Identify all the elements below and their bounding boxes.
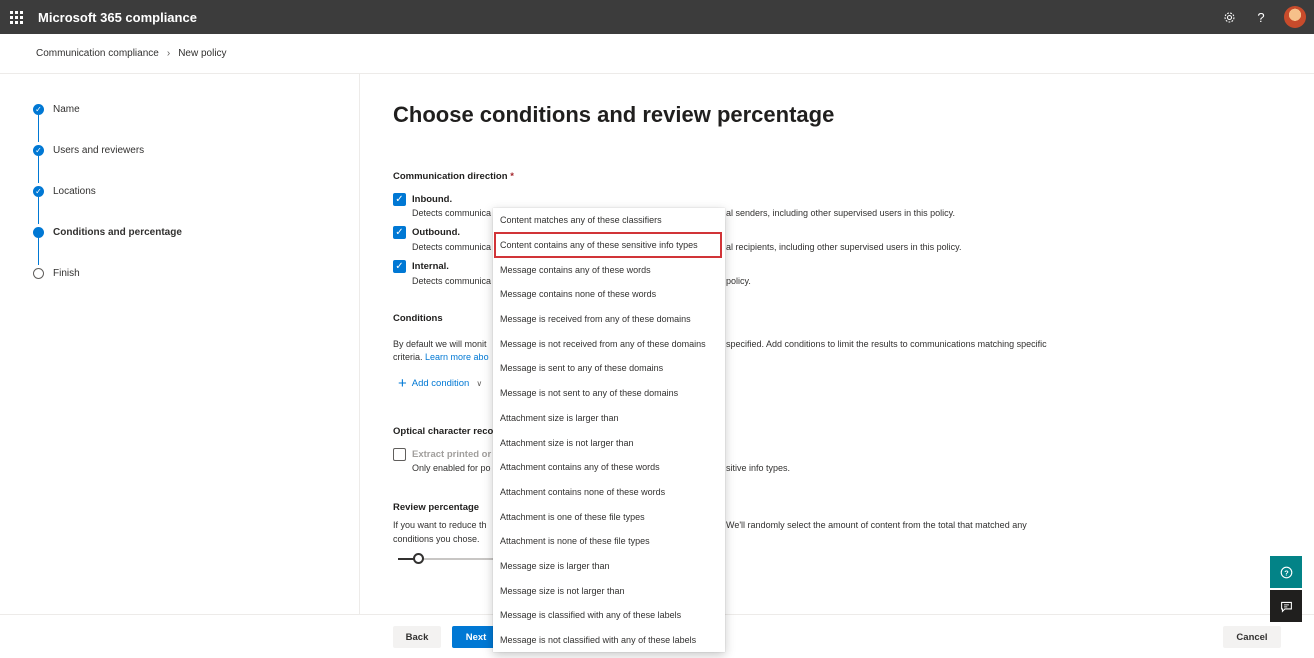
check-icon: ✓ [33,104,44,115]
app-title[interactable]: Microsoft 365 compliance [38,10,197,25]
learn-more-link[interactable]: Learn more abo [425,352,489,362]
svg-text:?: ? [1284,568,1289,577]
review-desc-line2: conditions you chose. [393,534,480,544]
chevron-down-icon: ∨ [476,379,483,388]
wizard-step-label: Finish [53,268,80,279]
ocr-desc-right: sitive info types. [726,463,791,473]
inbound-title: Inbound. [412,194,453,205]
wizard-step-name[interactable]: ✓ Name [33,104,80,115]
menu-item[interactable]: Message contains any of these words [493,257,725,282]
review-desc-right: We'll randomly select the amount of cont… [726,520,1027,530]
menu-item[interactable]: Message size is not larger than [493,578,725,603]
breadcrumb-item-communication-compliance[interactable]: Communication compliance [36,48,159,59]
breadcrumb-item-new-policy: New policy [178,48,227,59]
conditions-label: Conditions [393,313,443,324]
menu-item[interactable]: Attachment size is not larger than [493,430,725,455]
wizard-step-users-and-reviewers[interactable]: ✓ Users and reviewers [33,145,144,156]
wizard-step-label: Name [53,104,80,115]
step-connector [38,238,39,265]
menu-item[interactable]: Message size is larger than [493,554,725,579]
menu-item[interactable]: Message contains none of these words [493,282,725,307]
add-condition-button[interactable]: + Add condition ∨ [398,374,483,392]
outbound-desc-left: Detects communica [412,242,492,252]
menu-item[interactable]: Message is not sent to any of these doma… [493,381,725,406]
ocr-checkbox[interactable] [393,448,406,461]
internal-checkbox[interactable]: ✓ [393,260,406,273]
internal-desc-right: policy. [726,276,751,286]
conditions-desc-line2: criteria. Learn more abo [393,351,489,364]
menu-item[interactable]: Message is sent to any of these domains [493,356,725,381]
menu-item[interactable]: Message is received from any of these do… [493,307,725,332]
conditions-desc-right: specified. Add conditions to limit the r… [726,339,1047,349]
inbound-desc-left: Detects communica [412,208,492,218]
required-mark: * [510,171,514,182]
divider [0,73,1314,74]
breadcrumb: Communication compliance › New policy [36,48,227,59]
menu-item[interactable]: Message is classified with any of these … [493,603,725,628]
menu-item[interactable]: Attachment size is larger than [493,406,725,431]
divider [359,74,360,614]
internal-desc-left: Detects communica [412,276,492,286]
check-icon: ✓ [33,186,44,197]
internal-title: Internal. [412,261,449,272]
menu-item[interactable]: Attachment is one of these file types [493,504,725,529]
help-circle-icon[interactable]: ? [1270,556,1302,588]
step-connector [38,156,39,183]
menu-item[interactable]: Attachment contains any of these words [493,455,725,480]
ocr-option-title: Extract printed or [412,449,492,460]
highlight-box [494,232,722,258]
ocr-desc-left: Only enabled for po [412,463,491,473]
feedback-icon[interactable] [1270,590,1302,622]
wizard-step-label: Conditions and percentage [53,227,182,238]
inbound-checkbox[interactable]: ✓ [393,193,406,206]
question-icon[interactable]: ? [1252,8,1270,26]
cancel-button[interactable]: Cancel [1223,626,1281,648]
wizard-step-label: Users and reviewers [53,145,145,156]
review-percentage-slider-thumb[interactable] [413,553,425,564]
page-title: Choose conditions and review percentage [393,102,835,127]
top-bar: Microsoft 365 compliance ? [0,0,1314,34]
gear-icon[interactable] [1220,8,1238,26]
add-condition-label: Add condition [411,378,470,389]
wizard-step-finish[interactable]: Finish [33,268,80,279]
review-percentage-label: Review percentage [393,502,480,513]
outbound-checkbox[interactable]: ✓ [393,226,406,239]
app-launcher-icon[interactable] [0,0,32,34]
plus-icon: + [398,374,407,392]
wizard-step-locations[interactable]: ✓ Locations [33,186,96,197]
menu-item[interactable]: Message is not received from any of thes… [493,331,725,356]
outbound-desc-right: al recipients, including other supervise… [726,242,962,252]
avatar[interactable] [1284,6,1306,28]
conditions-desc-text: criteria. [393,352,423,362]
back-button[interactable]: Back [393,626,441,648]
inbound-desc-right: al senders, including other supervised u… [726,208,955,218]
section-label-text: Communication direction [393,171,508,182]
review-desc-left: If you want to reduce th [393,520,487,530]
conditions-desc-left: By default we will monit [393,339,487,349]
step-connector [38,197,39,224]
menu-item[interactable]: Attachment contains none of these words [493,480,725,505]
communication-direction-label: Communication direction * [393,171,514,182]
add-condition-menu: Content matches any of these classifiers… [493,208,725,652]
current-step-icon [33,227,44,238]
wizard-step-conditions-and-percentage[interactable]: Conditions and percentage [33,227,182,238]
menu-item[interactable]: Content matches any of these classifiers [493,208,725,233]
menu-item[interactable]: Attachment is none of these file types [493,529,725,554]
ocr-label: Optical character recog [393,426,500,437]
pending-step-icon [33,268,44,279]
menu-item[interactable]: Message is not classified with any of th… [493,628,725,653]
outbound-title: Outbound. [412,227,461,238]
step-connector [38,115,39,142]
check-icon: ✓ [33,145,44,156]
chevron-right-icon: › [166,48,171,59]
wizard-step-label: Locations [53,186,96,197]
